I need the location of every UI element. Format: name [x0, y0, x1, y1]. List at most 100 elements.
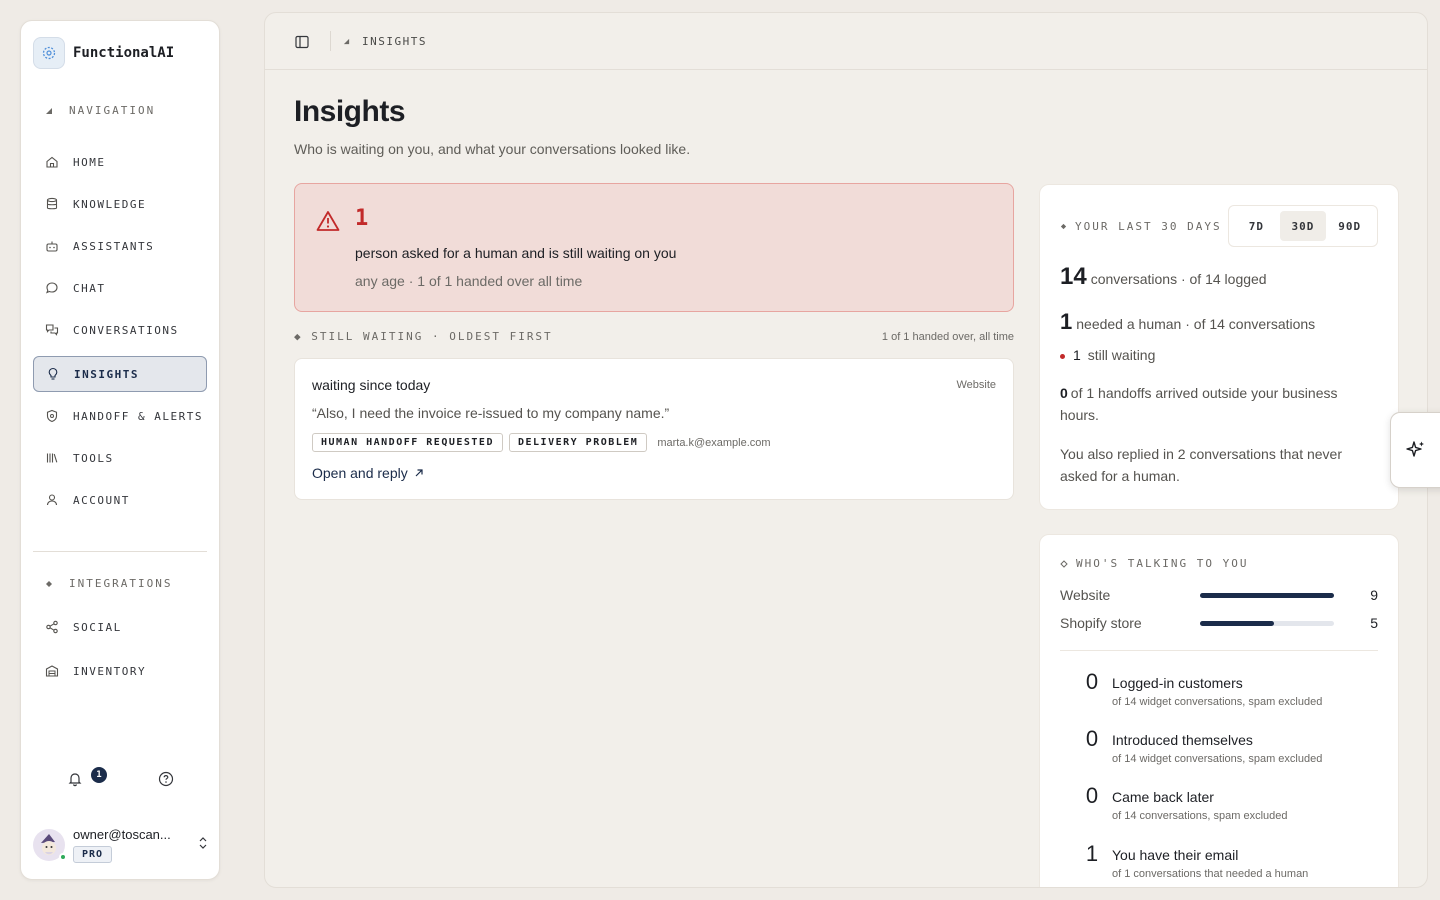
sidebar-item-conversations[interactable]: CONVERSATIONS: [33, 312, 207, 348]
stat-needed-human: 1 needed a human · of 14 conversations: [1060, 309, 1315, 335]
stat-conversations: 14 conversations · of 14 logged: [1060, 263, 1267, 291]
stats-card-label: YOUR LAST 30 DAYS: [1060, 220, 1222, 233]
metric-sub: of 14 conversations, spam excluded: [1112, 810, 1288, 822]
sidebar-toggle-button[interactable]: [294, 34, 310, 55]
channel-bar-track: [1200, 620, 1334, 626]
metric-num: 1: [1085, 841, 1099, 866]
conversation-source: Website: [956, 379, 996, 391]
sidebar-item-tools[interactable]: TOOLS: [33, 440, 207, 476]
sidebar-item-label: SOCIAL: [73, 620, 122, 634]
main-content: INSIGHTS Insights Who is waiting on you,…: [264, 12, 1428, 888]
metric-came-back: 0 Came back later of 14 conversations, s…: [1084, 783, 1288, 823]
stat-conversations-text: conversations · of 14 logged: [1090, 271, 1267, 287]
notifications-count-badge: 1: [91, 767, 107, 783]
sidebar-item-knowledge[interactable]: KNOWLEDGE: [33, 186, 207, 222]
talking-divider: [1060, 650, 1378, 651]
conversation-quote: “Also, I need the invoice re-issued to m…: [312, 405, 670, 421]
sidebar-item-inventory[interactable]: INVENTORY: [33, 653, 207, 689]
channel-bar-fill: [1200, 620, 1274, 626]
nav-section-navigation[interactable]: NAVIGATION: [45, 104, 155, 117]
channel-row-shopify: Shopify store 5: [1060, 615, 1378, 631]
page-title: Insights: [294, 95, 406, 128]
open-and-reply-label: Open and reply: [312, 465, 408, 481]
sidebar-item-label: INVENTORY: [73, 664, 147, 678]
user-icon: [46, 494, 58, 506]
metric-sub: of 14 widget conversations, spam exclude…: [1112, 696, 1323, 708]
stat-conversations-num: 14: [1060, 263, 1087, 290]
lightbulb-icon: [48, 367, 58, 380]
warning-triangle-icon: [316, 211, 340, 231]
range-7d-button[interactable]: 7D: [1233, 211, 1279, 241]
metric-sub: of 14 widget conversations, spam exclude…: [1112, 753, 1323, 765]
stat-still-waiting-num: 1: [1073, 347, 1081, 363]
nav-section-integrations[interactable]: INTEGRATIONS: [45, 577, 172, 590]
sidebar-item-social[interactable]: SOCIAL: [33, 609, 207, 645]
stat-replied: You also replied in 2 conversations that…: [1060, 446, 1342, 484]
chevron-up-down-icon: [199, 837, 207, 849]
topbar: INSIGHTS: [265, 13, 1427, 70]
range-selector: 7D 30D 90D: [1228, 205, 1378, 247]
metric-num: 0: [1085, 783, 1099, 808]
nav-section-label: NAVIGATION: [69, 104, 156, 117]
panel-left-icon: [295, 35, 309, 49]
metric-label: Introduced themselves: [1112, 732, 1253, 748]
diamond-outline-icon: [1060, 559, 1068, 568]
talking-card-label: WHO'S TALKING TO YOU: [1060, 557, 1248, 570]
sidebar-divider: [33, 551, 207, 552]
sidebar-item-label: INSIGHTS: [74, 367, 139, 381]
ai-assistant-button[interactable]: [1390, 412, 1440, 488]
stats-card-label-text: YOUR LAST 30 DAYS: [1075, 220, 1222, 233]
help-button[interactable]: [158, 771, 174, 792]
warehouse-icon: [45, 665, 59, 677]
brand-logo-icon: [33, 37, 65, 69]
waiting-conversation-card[interactable]: waiting since today Website “Also, I nee…: [294, 358, 1014, 500]
sidebar-item-account[interactable]: ACCOUNT: [33, 482, 207, 518]
metric-num: 0: [1085, 669, 1099, 694]
arrow-up-right-icon: [415, 469, 423, 477]
sidebar-item-label: ACCOUNT: [73, 493, 130, 507]
channel-count: 5: [1370, 615, 1378, 631]
metric-label: Came back later: [1112, 789, 1214, 805]
help-circle-icon: [158, 771, 174, 787]
stat-outside-hours-text: of 1 handoffs arrived outside your busin…: [1060, 385, 1338, 423]
sidebar-item-chat[interactable]: CHAT: [33, 270, 207, 306]
metric-logged-in: 0 Logged-in customers of 14 widget conve…: [1084, 669, 1323, 709]
open-and-reply-link[interactable]: Open and reply: [312, 465, 424, 481]
metric-label: You have their email: [1112, 847, 1239, 863]
brand[interactable]: FunctionalAI: [33, 37, 174, 69]
range-90d-button[interactable]: 90D: [1327, 211, 1373, 241]
stat-still-waiting: 1 still waiting: [1060, 347, 1155, 363]
sidebar-item-label: ASSISTANTS: [73, 239, 155, 253]
sidebar-item-label: CHAT: [73, 281, 106, 295]
sidebar-item-home[interactable]: HOME: [33, 144, 207, 180]
sidebar-item-assistants[interactable]: ASSISTANTS: [33, 228, 207, 264]
conversation-tags: HUMAN HANDOFF REQUESTED DELIVERY PROBLEM…: [312, 433, 771, 452]
user-menu[interactable]: owner@toscan... PRO: [33, 827, 209, 863]
sidebar-item-insights[interactable]: INSIGHTS: [33, 356, 207, 392]
diamond-icon: [46, 580, 52, 587]
page-subtitle: Who is waiting on you, and what your con…: [294, 141, 691, 157]
waiting-list-label: ◆ STILL WAITING · OLDEST FIRST: [294, 330, 553, 343]
sidebar-item-label: CONVERSATIONS: [73, 323, 179, 337]
library-icon: [46, 453, 58, 463]
sidebar-item-handoff-alerts[interactable]: HANDOFF & ALERTS: [33, 398, 207, 434]
metric-sub: of 1 conversations that needed a human: [1112, 868, 1309, 880]
sidebar-item-label: HANDOFF & ALERTS: [73, 409, 203, 423]
talking-card-label-text: WHO'S TALKING TO YOU: [1076, 557, 1249, 570]
waiting-list-label-text: STILL WAITING · OLDEST FIRST: [311, 330, 553, 343]
metric-introduced: 0 Introduced themselves of 14 widget con…: [1084, 726, 1323, 766]
sidebar-item-label: KNOWLEDGE: [73, 197, 147, 211]
channel-bar-track: [1200, 592, 1334, 598]
tag-delivery-problem: DELIVERY PROBLEM: [508, 433, 648, 452]
whos-talking-card: WHO'S TALKING TO YOU Website 9 Shopify s…: [1039, 534, 1399, 887]
range-30d-button[interactable]: 30D: [1279, 211, 1326, 241]
brand-name: FunctionalAI: [73, 45, 175, 61]
topbar-divider: [330, 31, 331, 51]
sidebar-item-label: TOOLS: [73, 451, 114, 465]
red-status-dot: [1060, 353, 1065, 359]
triangle-icon: [343, 38, 350, 45]
metric-num: 0: [1085, 726, 1099, 751]
nav-section-label: INTEGRATIONS: [69, 577, 173, 590]
plan-badge: PRO: [73, 846, 113, 863]
notifications-button[interactable]: [67, 771, 83, 792]
